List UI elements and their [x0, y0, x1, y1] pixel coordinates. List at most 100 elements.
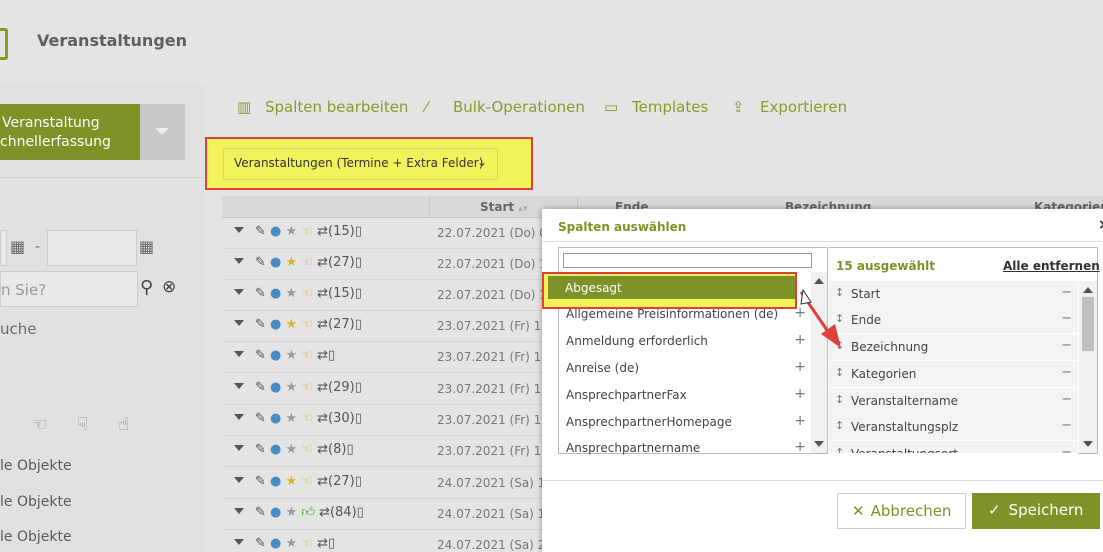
- selected-scrollbar[interactable]: [1079, 281, 1097, 453]
- edit-columns-button[interactable]: ▥ Spalten bearbeiten: [237, 98, 408, 116]
- globe-icon[interactable]: ●: [270, 442, 281, 457]
- export-button[interactable]: ⇪ Exportieren: [732, 98, 847, 116]
- object-filter-2[interactable]: le Objekte: [0, 494, 72, 510]
- mobile-icon[interactable]: ▯: [355, 317, 362, 332]
- scroll-down-icon[interactable]: [814, 441, 824, 447]
- thumbs-up-icon[interactable]: ☝: [118, 414, 159, 435]
- star-icon[interactable]: ★: [286, 380, 298, 395]
- row-caret-icon[interactable]: [234, 508, 244, 514]
- mobile-icon[interactable]: ▯: [355, 474, 362, 489]
- hand-icon[interactable]: ☜: [301, 411, 313, 426]
- save-button[interactable]: ✓ Speichern: [972, 493, 1100, 529]
- retweet-icon[interactable]: ⇄: [317, 348, 328, 363]
- clear-icon[interactable]: ⊗: [162, 277, 176, 297]
- thumbs-up-icon[interactable]: 👍︎: [301, 505, 315, 520]
- star-icon[interactable]: ★: [286, 348, 298, 363]
- mobile-icon[interactable]: ▯: [357, 505, 364, 520]
- add-icon[interactable]: +: [794, 386, 806, 402]
- globe-icon[interactable]: ●: [270, 474, 281, 489]
- hand-icon[interactable]: ☜: [301, 224, 313, 239]
- retweet-icon[interactable]: ⇄: [317, 317, 328, 332]
- object-filter-1[interactable]: le Objekte: [0, 458, 72, 474]
- drag-handle-icon[interactable]: ↕: [835, 393, 844, 406]
- templates-button[interactable]: ▭ Templates: [604, 98, 708, 116]
- available-item[interactable]: Anmeldung erforderlich +: [559, 327, 812, 354]
- hand-icon[interactable]: ☜: [301, 474, 313, 489]
- row-caret-icon[interactable]: [234, 539, 244, 545]
- row-caret-icon[interactable]: [234, 289, 244, 295]
- selected-item[interactable]: ↕ Start −: [829, 281, 1078, 308]
- mobile-icon[interactable]: ▯: [355, 224, 362, 239]
- hand-icon[interactable]: ☜: [301, 536, 313, 551]
- calendar-icon[interactable]: ▦: [10, 237, 28, 256]
- globe-icon[interactable]: ●: [270, 411, 281, 426]
- star-icon[interactable]: ★: [286, 474, 298, 489]
- chevron-right-icon[interactable]: ›: [0, 414, 31, 435]
- row-caret-icon[interactable]: [234, 477, 244, 483]
- selected-item[interactable]: ↕ Ende −: [829, 307, 1078, 334]
- hand-icon[interactable]: ☜: [301, 380, 313, 395]
- row-caret-icon[interactable]: [234, 383, 244, 389]
- edit-icon[interactable]: ✎: [255, 411, 266, 426]
- scroll-up-icon[interactable]: [1083, 287, 1093, 293]
- scroll-down-icon[interactable]: [1083, 441, 1093, 447]
- search-input[interactable]: n Sie?: [0, 271, 138, 307]
- globe-icon[interactable]: ●: [270, 348, 281, 363]
- edit-icon[interactable]: ✎: [255, 317, 266, 332]
- edit-icon[interactable]: ✎: [255, 380, 266, 395]
- available-item[interactable]: Ansprechpartnername +: [559, 434, 812, 461]
- hand-point-icon[interactable]: ☜: [31, 414, 77, 435]
- remove-icon[interactable]: −: [1061, 392, 1072, 407]
- available-item[interactable]: Anreise (de) +: [559, 354, 812, 381]
- edit-icon[interactable]: ✎: [255, 348, 266, 363]
- star-icon[interactable]: ★: [286, 286, 298, 301]
- star-icon[interactable]: ★: [286, 224, 298, 239]
- hand-icon[interactable]: ☜: [301, 442, 313, 457]
- retweet-icon[interactable]: ⇄: [319, 505, 330, 520]
- hand-icon[interactable]: ☜: [301, 255, 313, 270]
- object-filter-3[interactable]: le Objekte: [0, 529, 72, 545]
- calendar-icon[interactable]: ▦: [139, 237, 157, 256]
- drag-handle-icon[interactable]: ↕: [835, 446, 844, 453]
- row-caret-icon[interactable]: [234, 351, 244, 357]
- retweet-icon[interactable]: ⇄: [317, 255, 328, 270]
- star-icon[interactable]: ★: [286, 536, 298, 551]
- row-caret-icon[interactable]: [234, 258, 244, 264]
- mobile-icon[interactable]: ▯: [355, 255, 362, 270]
- hand-icon[interactable]: ☜: [301, 348, 313, 363]
- row-caret-icon[interactable]: [234, 227, 244, 233]
- search-icon[interactable]: ⚲: [140, 277, 153, 298]
- add-icon[interactable]: +: [794, 439, 806, 455]
- remove-icon[interactable]: −: [1061, 445, 1072, 453]
- edit-icon[interactable]: ✎: [255, 474, 266, 489]
- mobile-icon[interactable]: ▯: [355, 286, 362, 301]
- column-header-start[interactable]: Start ▴▾: [480, 200, 527, 214]
- close-icon[interactable]: ×: [1098, 217, 1103, 233]
- scroll-thumb[interactable]: [1082, 297, 1094, 351]
- star-icon[interactable]: ★: [286, 317, 298, 332]
- mobile-icon[interactable]: ▯: [328, 348, 335, 363]
- retweet-icon[interactable]: ⇄: [317, 474, 328, 489]
- row-caret-icon[interactable]: [234, 414, 244, 420]
- filter-input[interactable]: [563, 253, 812, 268]
- remove-icon[interactable]: −: [1061, 365, 1072, 380]
- scroll-up-icon[interactable]: [814, 278, 824, 284]
- retweet-icon[interactable]: ⇄: [317, 411, 328, 426]
- edit-icon[interactable]: ✎: [255, 255, 266, 270]
- view-select[interactable]: Veranstaltungen (Termine + Extra Felder)…: [223, 148, 498, 180]
- available-item-abgesagt[interactable]: Abgesagt: [548, 276, 795, 299]
- mobile-icon[interactable]: ▯: [328, 536, 335, 551]
- remove-icon[interactable]: −: [1061, 285, 1072, 300]
- add-icon[interactable]: +: [794, 413, 806, 429]
- edit-icon[interactable]: ✎: [255, 505, 266, 520]
- new-event-dropdown-button[interactable]: [140, 104, 185, 160]
- retweet-icon[interactable]: ⇄: [317, 536, 328, 551]
- mobile-icon[interactable]: ▯: [355, 411, 362, 426]
- star-icon[interactable]: ★: [286, 442, 298, 457]
- row-caret-icon[interactable]: [234, 445, 244, 451]
- selected-item[interactable]: ↕ Veranstaltungsplz −: [829, 414, 1078, 441]
- remove-icon[interactable]: −: [1061, 311, 1072, 326]
- available-item[interactable]: AnsprechpartnerHomepage +: [559, 408, 812, 435]
- selected-item[interactable]: ↕Bezeichnung−: [829, 334, 1078, 361]
- new-event-button[interactable]: Veranstaltung chnellerfassung: [0, 104, 140, 160]
